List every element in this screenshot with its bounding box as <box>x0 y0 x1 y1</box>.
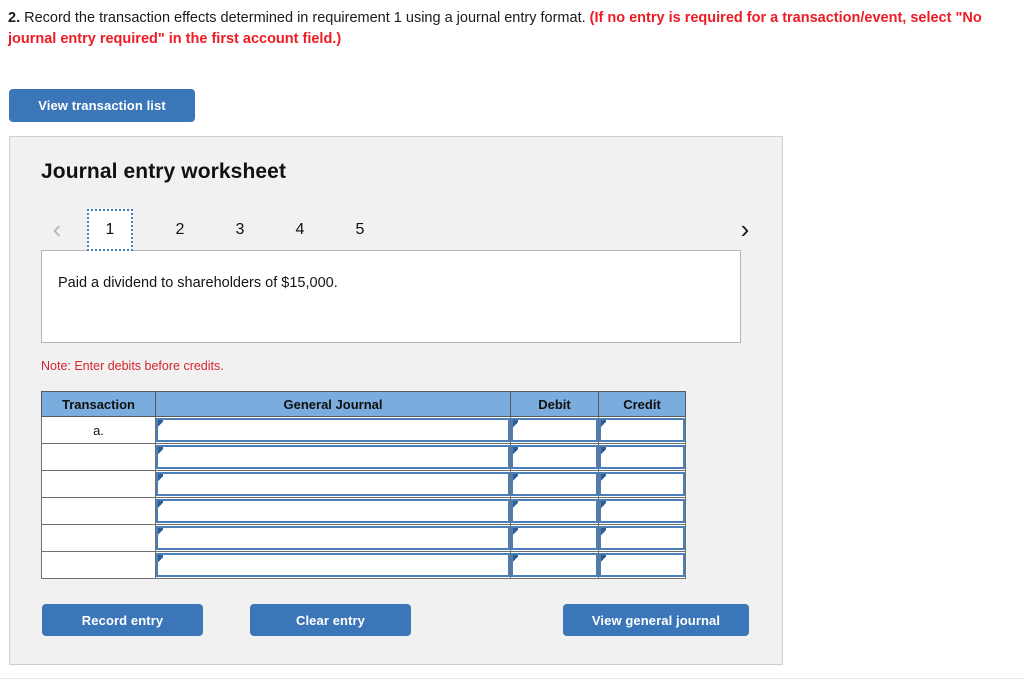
view-general-journal-button[interactable]: View general journal <box>563 604 749 636</box>
debit-input-row-1[interactable] <box>511 418 598 442</box>
pager-tab-2[interactable]: 2 <box>157 209 203 251</box>
view-transaction-list-button[interactable]: View transaction list <box>9 89 195 122</box>
table-row <box>41 443 686 471</box>
debit-input-row-5[interactable] <box>511 526 598 550</box>
page-divider <box>0 678 1024 679</box>
transaction-description-box: Paid a dividend to shareholders of $15,0… <box>41 250 741 343</box>
transaction-label <box>41 524 156 552</box>
journal-entry-worksheet-panel: Journal entry worksheet ‹ 1 2 3 4 5 › Pa… <box>9 136 783 665</box>
transaction-label <box>41 443 156 471</box>
pager-tab-5[interactable]: 5 <box>337 209 383 251</box>
account-select-row-5[interactable] <box>156 526 510 550</box>
column-header-debit: Debit <box>510 391 599 417</box>
clear-entry-button[interactable]: Clear entry <box>250 604 411 636</box>
account-select-row-2[interactable] <box>156 445 510 469</box>
credit-input-row-4[interactable] <box>599 499 685 523</box>
account-select-row-4[interactable] <box>156 499 510 523</box>
question-number: 2. <box>8 10 21 26</box>
pager-tab-3[interactable]: 3 <box>217 209 263 251</box>
table-row <box>41 470 686 498</box>
transaction-label <box>41 470 156 498</box>
credit-input-row-6[interactable] <box>599 553 685 577</box>
worksheet-title: Journal entry worksheet <box>41 160 287 183</box>
pager-tab-4[interactable]: 4 <box>277 209 323 251</box>
table-row <box>41 551 686 579</box>
credit-input-row-3[interactable] <box>599 472 685 496</box>
transaction-description-text: Paid a dividend to shareholders of $15,0… <box>58 275 338 291</box>
worksheet-pager: ‹ 1 2 3 4 5 › <box>41 205 761 253</box>
transaction-label <box>41 497 156 525</box>
debits-before-credits-note: Note: Enter debits before credits. <box>41 359 224 373</box>
account-select-row-1[interactable] <box>156 418 510 442</box>
chevron-left-icon[interactable]: ‹ <box>41 205 73 253</box>
debit-input-row-3[interactable] <box>511 472 598 496</box>
credit-input-row-5[interactable] <box>599 526 685 550</box>
account-select-row-3[interactable] <box>156 472 510 496</box>
table-row <box>41 497 686 525</box>
table-row: a. <box>41 416 686 444</box>
debit-input-row-6[interactable] <box>511 553 598 577</box>
credit-input-row-2[interactable] <box>599 445 685 469</box>
column-header-transaction: Transaction <box>41 391 156 417</box>
pager-tab-1[interactable]: 1 <box>87 209 133 251</box>
record-entry-button[interactable]: Record entry <box>42 604 203 636</box>
transaction-label: a. <box>41 416 156 444</box>
account-select-row-6[interactable] <box>156 553 510 577</box>
journal-entry-table: Transaction General Journal Debit Credit… <box>41 391 686 579</box>
question-prompt: 2. Record the transaction effects determ… <box>8 8 993 50</box>
table-row <box>41 524 686 552</box>
transaction-label <box>41 551 156 579</box>
credit-input-row-1[interactable] <box>599 418 685 442</box>
column-header-credit: Credit <box>598 391 686 417</box>
question-text: Record the transaction effects determine… <box>20 10 590 26</box>
table-header-row: Transaction General Journal Debit Credit <box>41 391 686 417</box>
column-header-general-journal: General Journal <box>155 391 511 417</box>
debit-input-row-4[interactable] <box>511 499 598 523</box>
debit-input-row-2[interactable] <box>511 445 598 469</box>
chevron-right-icon[interactable]: › <box>729 205 761 253</box>
